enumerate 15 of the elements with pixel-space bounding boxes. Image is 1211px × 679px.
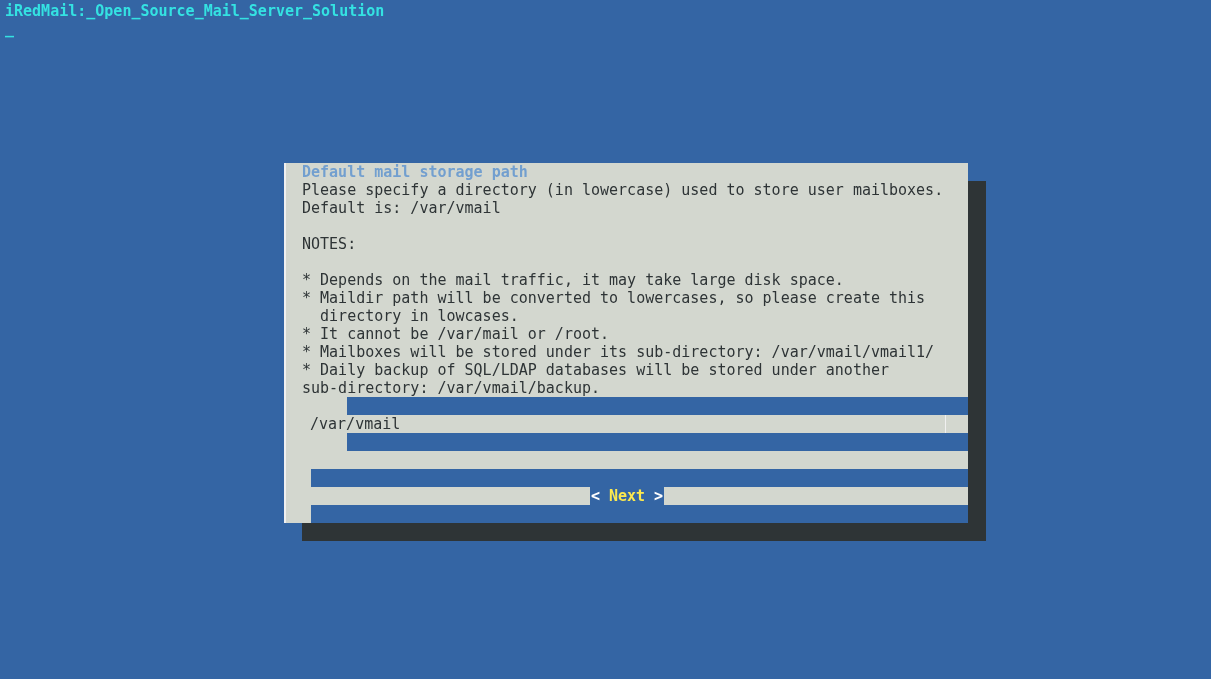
- terminal-title: iRedMail:_Open_Source_Mail_Server_Solution: [5, 2, 385, 20]
- message-line: NOTES:: [302, 235, 357, 253]
- message-line: * Depends on the mail traffic, it may take large disk space.: [302, 271, 844, 289]
- message-line: Default is: /var/vmail: [302, 199, 501, 217]
- message-line: * Maildir path will be converted to lowercases, so please create this: [302, 289, 926, 307]
- message-line: directory in lowcases.: [319, 307, 519, 325]
- next-button[interactable]: < Next >: [589, 487, 665, 505]
- message-line: sub-directory: /var/vmail/backup.: [302, 379, 600, 397]
- message-line: Please specify a directory (in lowercase) used to store user mailboxes.: [302, 181, 944, 199]
- terminal-cursor: _: [5, 20, 15, 38]
- message-line: * Mailboxes will be stored under its sub-directory: /var/vmail/vmail1/: [302, 343, 935, 361]
- input-field[interactable]: /var/vmail: [310, 415, 946, 433]
- dialog-title: Default mail storage path: [302, 163, 528, 181]
- message-line: * It cannot be /var/mail or /root.: [302, 325, 610, 343]
- message-line: * Daily backup of SQL/LDAP databases will be stored under another: [302, 361, 889, 379]
